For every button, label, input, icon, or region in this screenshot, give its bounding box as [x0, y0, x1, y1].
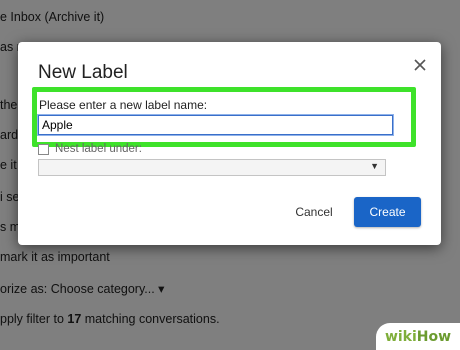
create-button[interactable]: Create — [354, 197, 421, 227]
new-label-dialog: New Label Please enter a new label name:… — [18, 42, 441, 245]
nest-label-row: Nest label under: — [38, 142, 142, 156]
cancel-button[interactable]: Cancel — [286, 198, 342, 226]
dialog-title: New Label — [38, 62, 128, 83]
green-highlight-box — [32, 87, 416, 147]
close-button[interactable] — [411, 56, 429, 74]
close-icon — [414, 59, 426, 71]
watermark-wiki: wiki — [384, 328, 417, 345]
parent-label-select[interactable]: ▼ — [38, 159, 386, 176]
dropdown-arrow-icon: ▼ — [370, 161, 379, 171]
nest-label-text: Nest label under: — [55, 143, 142, 155]
watermark-how: How — [416, 328, 452, 345]
wikihow-watermark: wiki How — [376, 323, 460, 350]
nest-label-checkbox[interactable] — [38, 143, 49, 155]
